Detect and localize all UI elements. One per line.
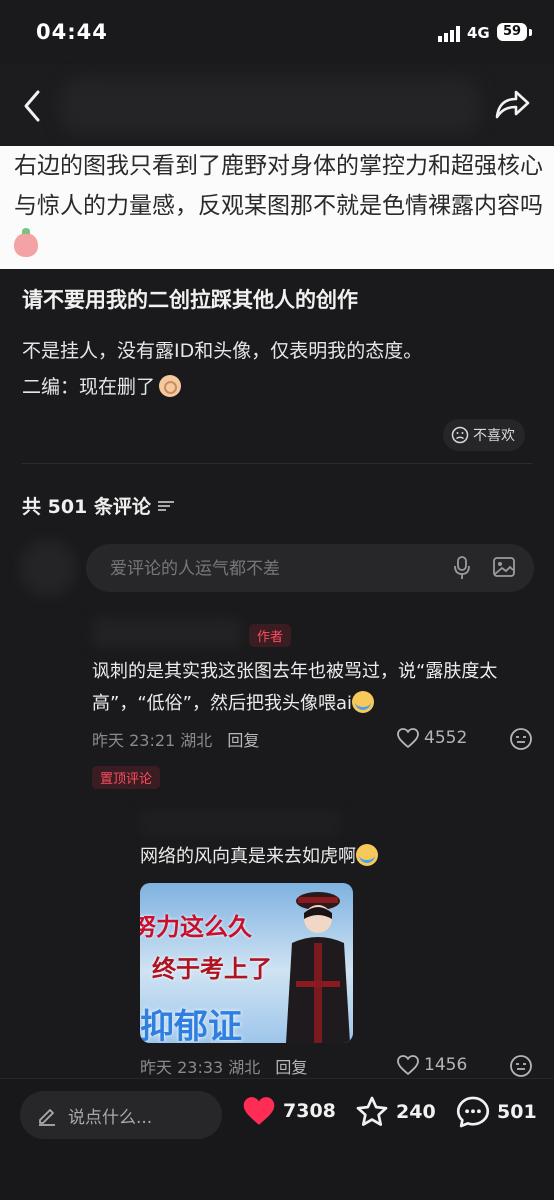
pinned-badge: 置顶评论: [92, 766, 161, 789]
comment-meta: 昨天 23:21 湖北 回复: [92, 727, 259, 751]
battery-icon: 59: [497, 23, 527, 41]
post-image-text: 右边的图我只看到了鹿野对身体的掌控力和超强核心与惊人的力量感，反观某图那不就是色…: [14, 153, 543, 219]
comment-like-button[interactable]: 1456: [396, 1054, 467, 1076]
reply-button[interactable]: 回复: [227, 731, 259, 750]
comment-image[interactable]: 努力这么久 终于考上了 抑郁证: [140, 883, 353, 1043]
status-bar: 04:44 4G 59: [0, 0, 554, 64]
post-body-line2-text: 二编：现在删了: [22, 376, 156, 398]
signal-icon: [438, 26, 460, 42]
crying-face-emoji-icon: [356, 844, 378, 866]
comment-like-count: 4552: [424, 728, 468, 748]
comment-time: 昨天 23:21: [92, 731, 176, 750]
star-icon: [356, 1096, 388, 1126]
post-title: 请不要用我的二创拉踩其他人的创作: [22, 288, 358, 312]
pencil-icon: [39, 1109, 55, 1126]
post-body-line1: 不是挂人，没有露ID和头像，仅表明我的态度。: [22, 340, 423, 362]
say-something-label: 说点什么...: [68, 1107, 153, 1128]
meme-text-1: 努力这么久: [140, 913, 252, 941]
reply-button[interactable]: 回复: [275, 1058, 307, 1077]
favorite-button[interactable]: 240: [354, 1095, 436, 1129]
comment-time: 昨天 23:33: [140, 1058, 224, 1077]
author-badge: 作者: [249, 624, 292, 647]
comment-like-count: 1456: [424, 1055, 468, 1075]
avatar: [20, 540, 76, 596]
comment-input[interactable]: [108, 544, 442, 594]
anime-character-illustration: [286, 892, 350, 1043]
status-time: 04:44: [36, 20, 108, 44]
comment-author-blurred: [140, 810, 340, 836]
back-arrow-icon[interactable]: [18, 88, 48, 124]
frown-face-icon: [451, 426, 469, 444]
dislike-face-icon[interactable]: [509, 727, 533, 751]
comment-total-count: 501: [497, 1101, 537, 1123]
battery-cap: [529, 29, 532, 36]
comment-location: 湖北: [228, 1058, 261, 1077]
post-image[interactable]: 右边的图我只看到了鹿野对身体的掌控力和超强核心与惊人的力量感，反观某图那不就是色…: [0, 146, 554, 269]
peach-emoji-icon: [14, 228, 38, 257]
meme-text-2: 终于考上了: [152, 955, 272, 983]
comment-input-box[interactable]: [86, 544, 534, 594]
ok-hand-emoji-icon: [159, 375, 182, 397]
comment-text: 讽刺的是其实我这张图去年也被骂过，说“露肤度太高”，“低俗”，然后把我头像喂ai: [92, 656, 542, 720]
favorite-count: 240: [396, 1101, 436, 1123]
author-info-blurred: [60, 78, 480, 134]
heart-filled-icon: [243, 1097, 275, 1125]
comment-count-label: 共 501 条评论: [22, 496, 151, 518]
microphone-icon[interactable]: [452, 555, 472, 581]
chat-bubble-icon: [456, 1096, 490, 1128]
comment-button[interactable]: 501: [455, 1095, 537, 1129]
sort-icon[interactable]: [157, 499, 175, 513]
meme-text-3: 抑郁证: [140, 1007, 242, 1043]
comment-meta: 昨天 23:33 湖北 回复: [140, 1054, 307, 1078]
crying-face-emoji-icon: [352, 691, 375, 713]
comment-text-content: 讽刺的是其实我这张图去年也被骂过，说“露肤度太高”，“低俗”，然后把我头像喂ai: [92, 661, 498, 714]
image-icon[interactable]: [492, 555, 516, 579]
share-icon[interactable]: [494, 86, 532, 122]
divider: [22, 463, 532, 464]
post-body-line2: 二编：现在删了: [22, 372, 182, 399]
dislike-label: 不喜欢: [473, 428, 515, 444]
comment-text: 网络的风向真是来去如虎啊: [140, 842, 378, 868]
heart-outline-icon: [397, 1055, 419, 1075]
comment-author-blurred: [92, 618, 242, 648]
say-something-input[interactable]: 说点什么...: [20, 1091, 222, 1139]
dislike-button[interactable]: 不喜欢: [443, 419, 525, 451]
heart-outline-icon: [397, 728, 419, 748]
comment-count: 共 501 条评论: [22, 492, 175, 519]
dislike-face-icon[interactable]: [509, 1054, 533, 1078]
like-count: 7308: [283, 1100, 336, 1122]
comment-text-content: 网络的风向真是来去如虎啊: [140, 846, 356, 867]
comment-location: 湖北: [180, 731, 213, 750]
comment-like-button[interactable]: 4552: [396, 727, 467, 749]
like-button[interactable]: 7308: [241, 1095, 336, 1127]
network-label: 4G: [467, 24, 490, 42]
